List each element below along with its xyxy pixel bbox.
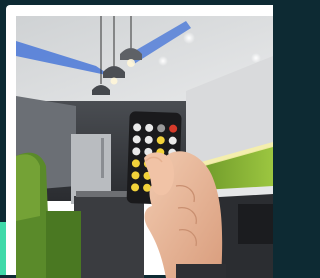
oven <box>238 204 273 244</box>
product-photo[interactable] <box>16 16 273 278</box>
product-card[interactable] <box>6 5 273 278</box>
ceiling-spotlight <box>183 32 195 44</box>
dining-area <box>74 196 144 278</box>
fridge-handle <box>101 138 104 178</box>
ceiling-spotlight <box>158 56 168 66</box>
sleeve <box>176 264 226 278</box>
green-chair <box>46 211 81 278</box>
